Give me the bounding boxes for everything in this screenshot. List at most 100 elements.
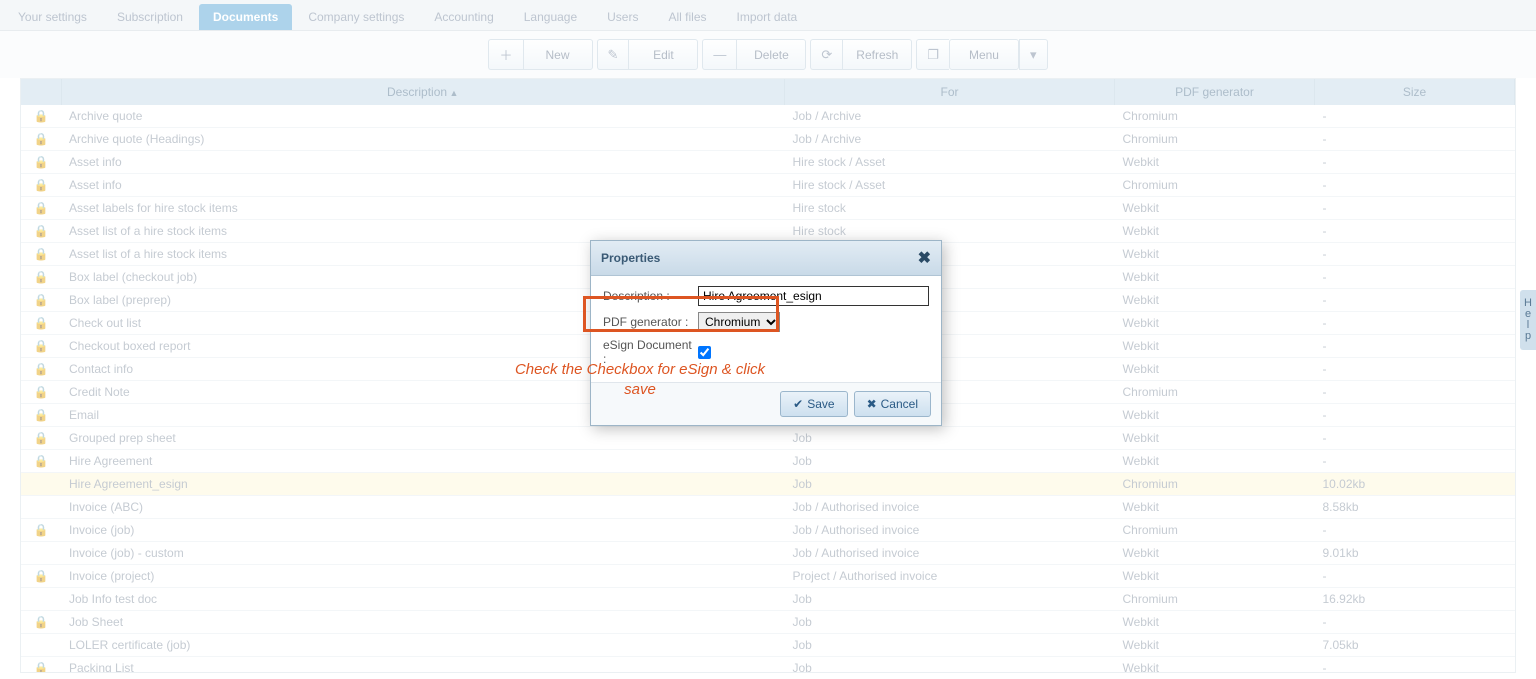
pdf-cell: Chromium	[1115, 519, 1315, 542]
size-cell: -	[1315, 266, 1515, 289]
lock-cell: 🔒	[21, 312, 61, 335]
lock-cell: 🔒	[21, 266, 61, 289]
tab-language[interactable]: Language	[510, 4, 591, 30]
for-cell: Job	[785, 634, 1115, 657]
pdf-generator-select[interactable]: Chromium	[698, 312, 780, 332]
pdf-cell: Webkit	[1115, 220, 1315, 243]
lock-cell: 🔒	[21, 404, 61, 427]
tab-import-data[interactable]: Import data	[723, 4, 812, 30]
table-row[interactable]: 🔒Invoice (project)Project / Authorised i…	[21, 565, 1515, 588]
table-row[interactable]: 🔒Asset labels for hire stock itemsHire s…	[21, 197, 1515, 220]
lock-icon: 🔒	[34, 454, 49, 468]
dialog-close-button[interactable]: ✖	[918, 248, 931, 268]
dialog-title-text: Properties	[601, 251, 660, 265]
refresh-icon: ⟳	[821, 47, 832, 63]
lock-cell: 🔒	[21, 335, 61, 358]
for-cell: Job	[785, 588, 1115, 611]
menu-dropdown-button[interactable]: ▾	[1019, 39, 1048, 70]
tab-company-settings[interactable]: Company settings	[294, 4, 418, 30]
for-cell: Job / Archive	[785, 105, 1115, 128]
table-row[interactable]: Invoice (job) - customJob / Authorised i…	[21, 542, 1515, 565]
for-cell: Hire stock / Asset	[785, 174, 1115, 197]
table-row[interactable]: 🔒Asset infoHire stock / AssetChromium-	[21, 174, 1515, 197]
desc-cell: Hire Agreement	[61, 450, 785, 473]
lock-icon: 🔒	[34, 362, 49, 376]
table-row[interactable]: 🔒Hire AgreementJobWebkit-	[21, 450, 1515, 473]
esign-checkbox[interactable]	[698, 346, 711, 359]
new-button[interactable]: New	[523, 39, 593, 70]
desc-cell: Invoice (job)	[61, 519, 785, 542]
tab-subscription[interactable]: Subscription	[103, 4, 197, 30]
pdf-cell: Webkit	[1115, 404, 1315, 427]
refresh-icon-button[interactable]: ⟳	[810, 39, 842, 70]
refresh-button[interactable]: Refresh	[842, 39, 912, 70]
new-icon-button[interactable]: ＋	[488, 39, 522, 70]
annotation-text: Check the Checkbox for eSign & click sav…	[500, 360, 780, 399]
pdf-cell: Webkit	[1115, 427, 1315, 450]
table-row[interactable]: Hire Agreement_esignJobChromium10.02kb	[21, 473, 1515, 496]
lock-icon: 🔒	[34, 385, 49, 399]
edit-button[interactable]: Edit	[628, 39, 698, 70]
lock-cell: 🔒	[21, 657, 61, 674]
toolbar: ＋ New ✎ Edit — Delete ⟳ Refresh ❐ Menu ▾	[0, 31, 1536, 78]
edit-icon-button[interactable]: ✎	[597, 39, 629, 70]
table-row[interactable]: 🔒Asset infoHire stock / AssetWebkit-	[21, 151, 1515, 174]
for-cell: Job / Authorised invoice	[785, 542, 1115, 565]
tab-documents[interactable]: Documents	[199, 4, 292, 30]
dialog-titlebar[interactable]: Properties ✖	[591, 241, 941, 276]
pdf-cell: Webkit	[1115, 450, 1315, 473]
col-size[interactable]: Size	[1315, 79, 1515, 105]
lock-cell: 🔒	[21, 358, 61, 381]
table-row[interactable]: 🔒Archive quote (Headings)Job / ArchiveCh…	[21, 128, 1515, 151]
window-icon: ❐	[927, 47, 939, 63]
size-cell: -	[1315, 657, 1515, 674]
tab-your-settings[interactable]: Your settings	[4, 4, 101, 30]
menu-icon-button[interactable]: ❐	[916, 39, 949, 70]
table-row[interactable]: 🔒Grouped prep sheetJobWebkit-	[21, 427, 1515, 450]
menu-button[interactable]: Menu	[949, 39, 1019, 70]
col-for[interactable]: For	[785, 79, 1115, 105]
delete-icon-button[interactable]: —	[702, 39, 736, 70]
table-row[interactable]: 🔒 Invoice (job)Job / Authorised invoiceCh…	[21, 519, 1515, 542]
lock-cell: 🔒	[21, 243, 61, 266]
lock-icon: 🔒	[34, 339, 49, 353]
help-tab[interactable]: Help	[1520, 290, 1536, 350]
table-row[interactable]: LOLER certificate (job)JobWebkit7.05kb	[21, 634, 1515, 657]
tab-accounting[interactable]: Accounting	[420, 4, 507, 30]
cancel-button[interactable]: ✖Cancel	[854, 391, 931, 417]
desc-cell: Job Info test doc	[61, 588, 785, 611]
delete-label: Delete	[754, 48, 789, 62]
tab-all-files[interactable]: All files	[654, 4, 720, 30]
table-row[interactable]: Invoice (ABC)Job / Authorised invoiceWeb…	[21, 496, 1515, 519]
pdf-cell: Webkit	[1115, 565, 1315, 588]
size-cell: -	[1315, 427, 1515, 450]
tab-users[interactable]: Users	[593, 4, 652, 30]
pdf-cell: Webkit	[1115, 243, 1315, 266]
lock-icon: 🔒	[34, 661, 49, 673]
size-cell: -	[1315, 151, 1515, 174]
minus-icon: —	[713, 47, 726, 62]
col-pdf[interactable]: PDF generator	[1115, 79, 1315, 105]
lock-cell: 🔒	[21, 289, 61, 312]
table-row[interactable]: 🔒Packing ListJobWebkit-	[21, 657, 1515, 674]
save-button[interactable]: ✔Save	[780, 391, 847, 417]
plus-icon: ＋	[499, 45, 512, 64]
lock-cell: 🔒	[21, 105, 61, 128]
col-lock[interactable]	[21, 79, 61, 105]
size-cell: -	[1315, 611, 1515, 634]
menu-label: Menu	[969, 48, 999, 62]
for-cell: Job	[785, 657, 1115, 674]
delete-button[interactable]: Delete	[736, 39, 806, 70]
table-row[interactable]: Job Info test docJobChromium16.92kb	[21, 588, 1515, 611]
pdf-cell: Webkit	[1115, 266, 1315, 289]
lock-icon: 🔒	[34, 523, 49, 537]
lock-icon: 🔒	[34, 431, 49, 445]
for-cell: Job / Authorised invoice	[785, 519, 1115, 542]
table-row[interactable]: 🔒Job SheetJobWebkit-	[21, 611, 1515, 634]
size-cell: -	[1315, 174, 1515, 197]
table-row[interactable]: 🔒Archive quoteJob / ArchiveChromium-	[21, 105, 1515, 128]
size-cell: -	[1315, 197, 1515, 220]
lock-cell: 🔒	[21, 151, 61, 174]
description-input[interactable]	[698, 286, 929, 306]
col-description[interactable]: Description	[61, 79, 785, 105]
